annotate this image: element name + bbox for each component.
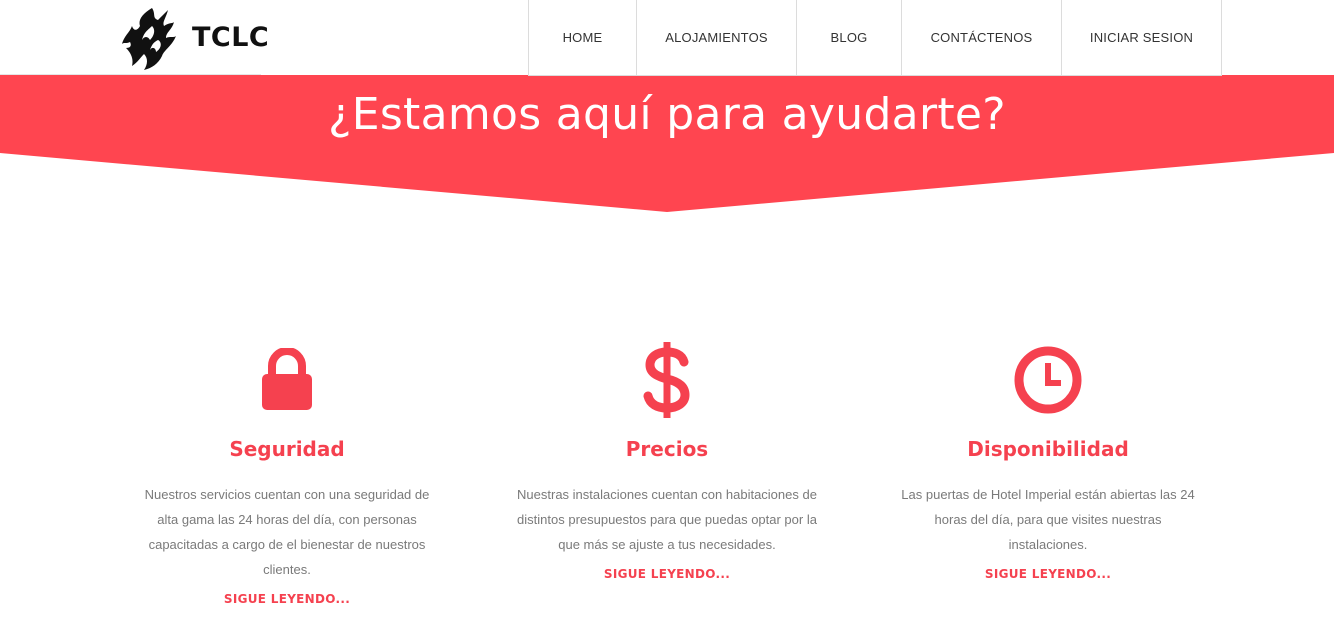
hero-banner: ¿Estamos aquí para ayudarte? (0, 75, 1334, 215)
feature-description: Nuestros servicios cuentan con una segur… (144, 487, 430, 577)
feature-description: Nuestras instalaciones cuentan con habit… (517, 487, 817, 552)
nav-item-contactenos[interactable]: CONTÁCTENOS (902, 0, 1062, 76)
feature-title: Disponibilidad (967, 437, 1129, 461)
feature-seguridad: Seguridad Nuestros servicios cuentan con… (127, 340, 447, 608)
feature-disponibilidad: Disponibilidad Las puertas de Hotel Impe… (888, 340, 1208, 583)
clock-icon (888, 340, 1208, 420)
brand-name: TCLC (192, 22, 270, 53)
lock-icon (127, 340, 447, 420)
flame-logo-icon (122, 7, 176, 70)
logo-divider (0, 74, 261, 75)
feature-precios: Precios Nuestras instalaciones cuentan c… (507, 340, 827, 583)
banner-title: ¿Estamos aquí para ayudarte? (328, 89, 1006, 140)
brand-logo[interactable]: TCLC (122, 5, 269, 70)
main-nav: HOME ALOJAMIENTOS BLOG CONTÁCTENOS INICI… (528, 0, 1222, 76)
read-more-link[interactable]: SIGUE LEYENDO... (224, 592, 350, 606)
nav-item-iniciar-sesion[interactable]: INICIAR SESION (1062, 0, 1222, 76)
read-more-link[interactable]: SIGUE LEYENDO... (985, 567, 1111, 581)
nav-item-alojamientos[interactable]: ALOJAMIENTOS (637, 0, 797, 76)
feature-title: Precios (625, 437, 709, 461)
feature-description: Las puertas de Hotel Imperial están abie… (901, 487, 1195, 552)
dollar-icon (507, 340, 827, 420)
read-more-link[interactable]: SIGUE LEYENDO... (604, 567, 730, 581)
site-header: TCLC HOME ALOJAMIENTOS BLOG CONTÁCTENOS … (0, 0, 1334, 76)
nav-item-home[interactable]: HOME (529, 0, 637, 76)
feature-title: Seguridad (229, 437, 345, 461)
nav-item-blog[interactable]: BLOG (797, 0, 902, 76)
